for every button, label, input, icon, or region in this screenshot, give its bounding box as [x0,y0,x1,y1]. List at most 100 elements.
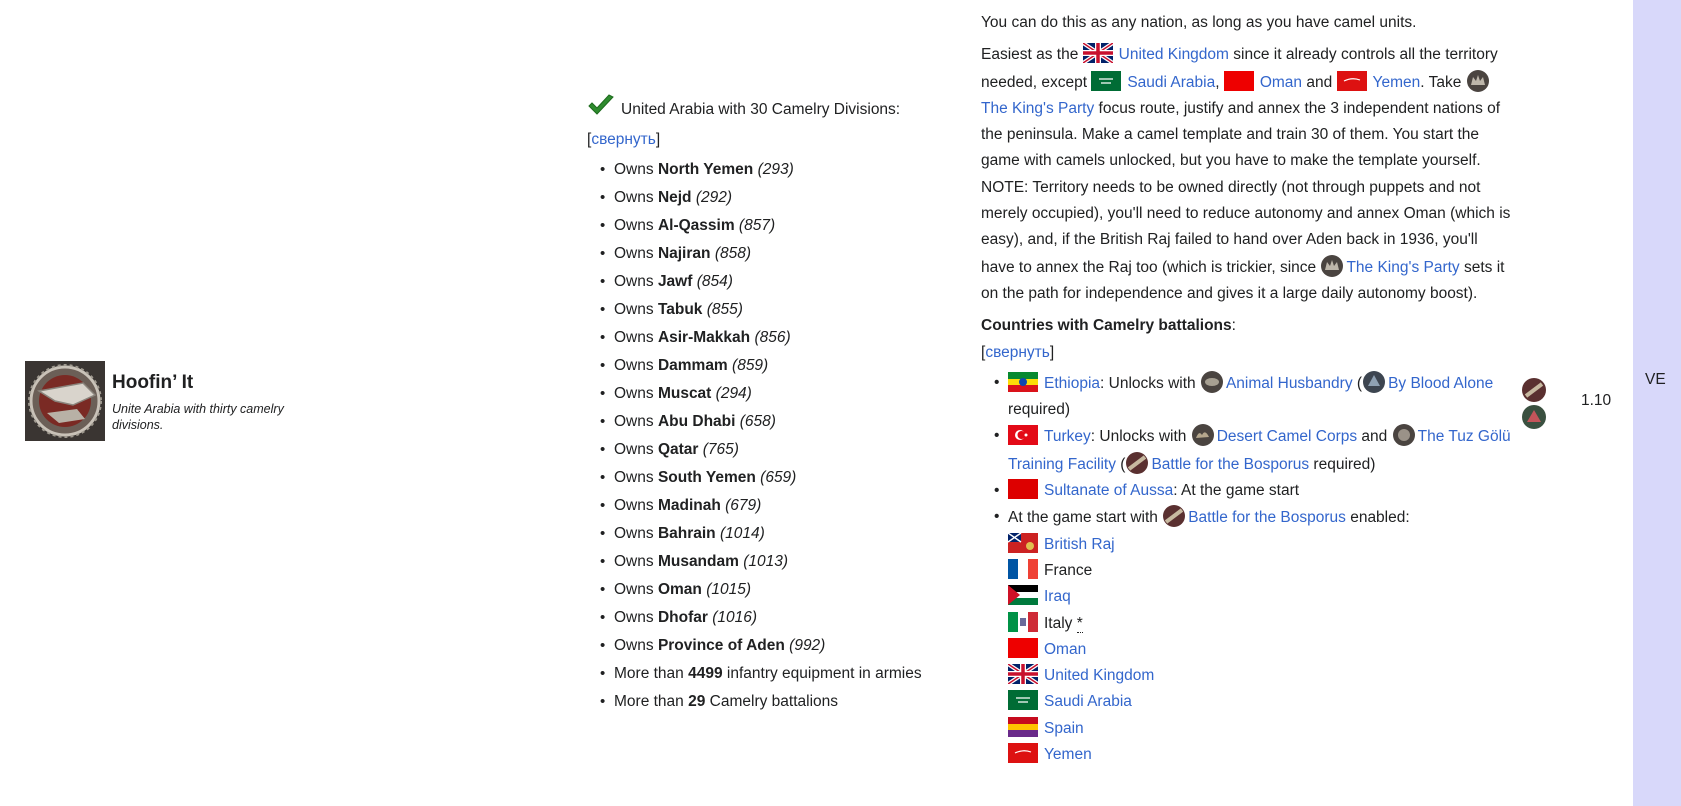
british-raj-link[interactable]: British Raj [1044,536,1115,553]
france-label: France [1044,561,1093,579]
italy-flag-icon [1008,611,1038,632]
country-united-kingdom: United Kingdom [1006,662,1511,689]
yemen-list-link[interactable]: Yemen [1044,746,1092,763]
requirement-item: Owns Tabuk (855) [600,296,957,324]
iraq-link[interactable]: Iraq [1044,588,1071,605]
oman-list-link[interactable]: Oman [1044,641,1086,658]
requirement-item: Owns Dhofar (1016) [600,604,957,632]
requirements-list: United Arabia with 30 Camelry Divisions:… [587,94,957,716]
ve-label: VE [1645,371,1666,388]
achievement-icon [25,361,105,441]
requirement-item: Owns Province of Aden (992) [600,632,957,660]
requirement-item: Owns Qatar (765) [600,436,957,464]
requirement-equipment: More than 4499 infantry equipment in arm… [600,660,957,688]
uk-flag-icon [1006,662,1040,686]
animal-husbandry-link[interactable]: Animal Husbandry [1226,375,1353,392]
checkmark-icon [587,94,615,126]
bosporus-link-2[interactable]: Battle for the Bosporus [1188,509,1346,526]
yemen-link[interactable]: Yemen [1373,74,1421,91]
saudi-list-link[interactable]: Saudi Arabia [1044,693,1132,710]
uk-flag-icon [1081,41,1114,65]
requirement-item: Owns Abu Dhabi (658) [600,408,957,436]
requirement-item: Owns Madinah (679) [600,492,957,520]
bosporus-link[interactable]: Battle for the Bosporus [1151,456,1309,473]
country-iraq: Iraq [1008,584,1511,610]
requirement-item: Owns North Yemen (293) [600,156,957,184]
turkey-flag-icon [1008,425,1038,446]
kings-party-link[interactable]: The King's Party [981,100,1094,117]
ethiopia-flag-icon [1008,371,1038,392]
desert-camel-corps-focus-icon [1191,423,1215,447]
requirement-item: Owns Muscat (294) [600,380,957,408]
requirement-item: Owns Nejd (292) [600,184,957,212]
uk-list-link[interactable]: United Kingdom [1044,667,1154,684]
italy-label: Italy [1044,614,1073,632]
country-oman: Oman [1008,637,1511,663]
requirement-items: Owns North Yemen (293) Owns Nejd (292) O… [587,156,957,716]
saudi-flag-icon [1091,70,1122,91]
by-blood-alone-link[interactable]: By Blood Alone [1388,375,1493,392]
aussa-link[interactable]: Sultanate of Aussa [1044,482,1173,499]
start-country-flags: British Raj France Iraq Italy * Oman Uni… [1006,532,1511,769]
france-flag-icon [1008,558,1038,579]
desert-camel-corps-link[interactable]: Desert Camel Corps [1217,428,1357,445]
country-italy: Italy * [1008,611,1511,637]
tuz-golu-focus-icon [1392,423,1416,447]
country-aussa: Sultanate of Aussa: At the game start [994,478,1511,505]
notes-column: You can do this as any nation, as long a… [981,10,1511,768]
collapse-link[interactable]: свернуть [591,131,656,148]
requirements-header: United Arabia with 30 Camelry Divisions: [587,94,957,126]
country-yemen: Yemen [1008,742,1511,768]
spain-link[interactable]: Spain [1044,720,1084,737]
country-ethiopia: Ethiopia: Unlocks with Animal Husbandry … [994,370,1511,424]
turkey-link[interactable]: Turkey [1044,428,1091,445]
yemen-flag-icon [1336,70,1367,91]
bosporus-dlc-icon [1125,451,1149,475]
game-start-countries: At the game start with Battle for the Bo… [994,504,1511,531]
requirement-item: Owns Al-Qassim (857) [600,212,957,240]
kings-party-focus-icon [1466,69,1490,93]
requirement-item: Owns Bahrain (1014) [600,520,957,548]
kings-party-focus-icon [1320,254,1344,278]
requirements-header-text: United Arabia with 30 Camelry Divisions: [621,101,901,118]
uk-link[interactable]: United Kingdom [1119,46,1229,63]
country-france: France [1008,558,1511,584]
requirement-battalions: More than 29 Camelry battalions [600,688,957,716]
collapse-toggle: [свернуть] [587,131,661,148]
countries-collapse-toggle: [свернуть] [981,343,1055,361]
ve-cell [1633,0,1681,806]
countries-heading: Countries with Camelry battalions: [981,317,1236,335]
requirement-item: Owns Najiran (858) [600,240,957,268]
requirement-item: Owns Asir-Makkah (856) [600,324,957,352]
country-spain: Spain [1008,716,1511,742]
country-british-raj: British Raj [1007,532,1511,558]
italy-footnote[interactable]: * [1076,614,1083,633]
requirement-item: Owns Musandam (1013) [600,548,957,576]
requirement-item: Owns Oman (1015) [600,576,957,604]
animal-husbandry-focus-icon [1200,370,1224,394]
notes-strategy: Easiest as the United Kingdom since it a… [981,41,1511,307]
version-label: 1.10 [1581,392,1612,409]
achievement-description: Unite Arabia with thirty camelry divisio… [112,402,284,432]
requirement-item: Owns Dammam (859) [600,352,957,380]
ethiopia-link[interactable]: Ethiopia [1044,375,1100,392]
by-blood-alone-dlc-icon [1362,370,1386,394]
kings-party-link-2[interactable]: The King's Party [1346,259,1459,276]
country-saudi-arabia: Saudi Arabia [1008,689,1511,715]
bosporus-dlc-icon [1521,377,1547,403]
yemen-flag-icon [1008,743,1038,764]
saudi-link[interactable]: Saudi Arabia [1127,74,1215,91]
countries-list: Ethiopia: Unlocks with Animal Husbandry … [981,370,1511,532]
iraq-flag-icon [1008,585,1038,606]
requirement-item: Owns South Yemen (659) [600,464,957,492]
achievement-title: Hoofin’ It [112,372,194,393]
oman-link[interactable]: Oman [1260,74,1302,91]
notes-intro: You can do this as any nation, as long a… [981,14,1417,31]
requirement-item: Owns Jawf (854) [600,268,957,296]
country-turkey: Turkey: Unlocks with Desert Camel Corps … [994,423,1511,478]
dlc-icon [1521,404,1547,430]
countries-collapse-link[interactable]: свернуть [985,344,1050,361]
oman-flag-icon [1223,70,1254,91]
bosporus-dlc-icon [1162,504,1186,528]
spain-flag-icon [1008,716,1038,737]
